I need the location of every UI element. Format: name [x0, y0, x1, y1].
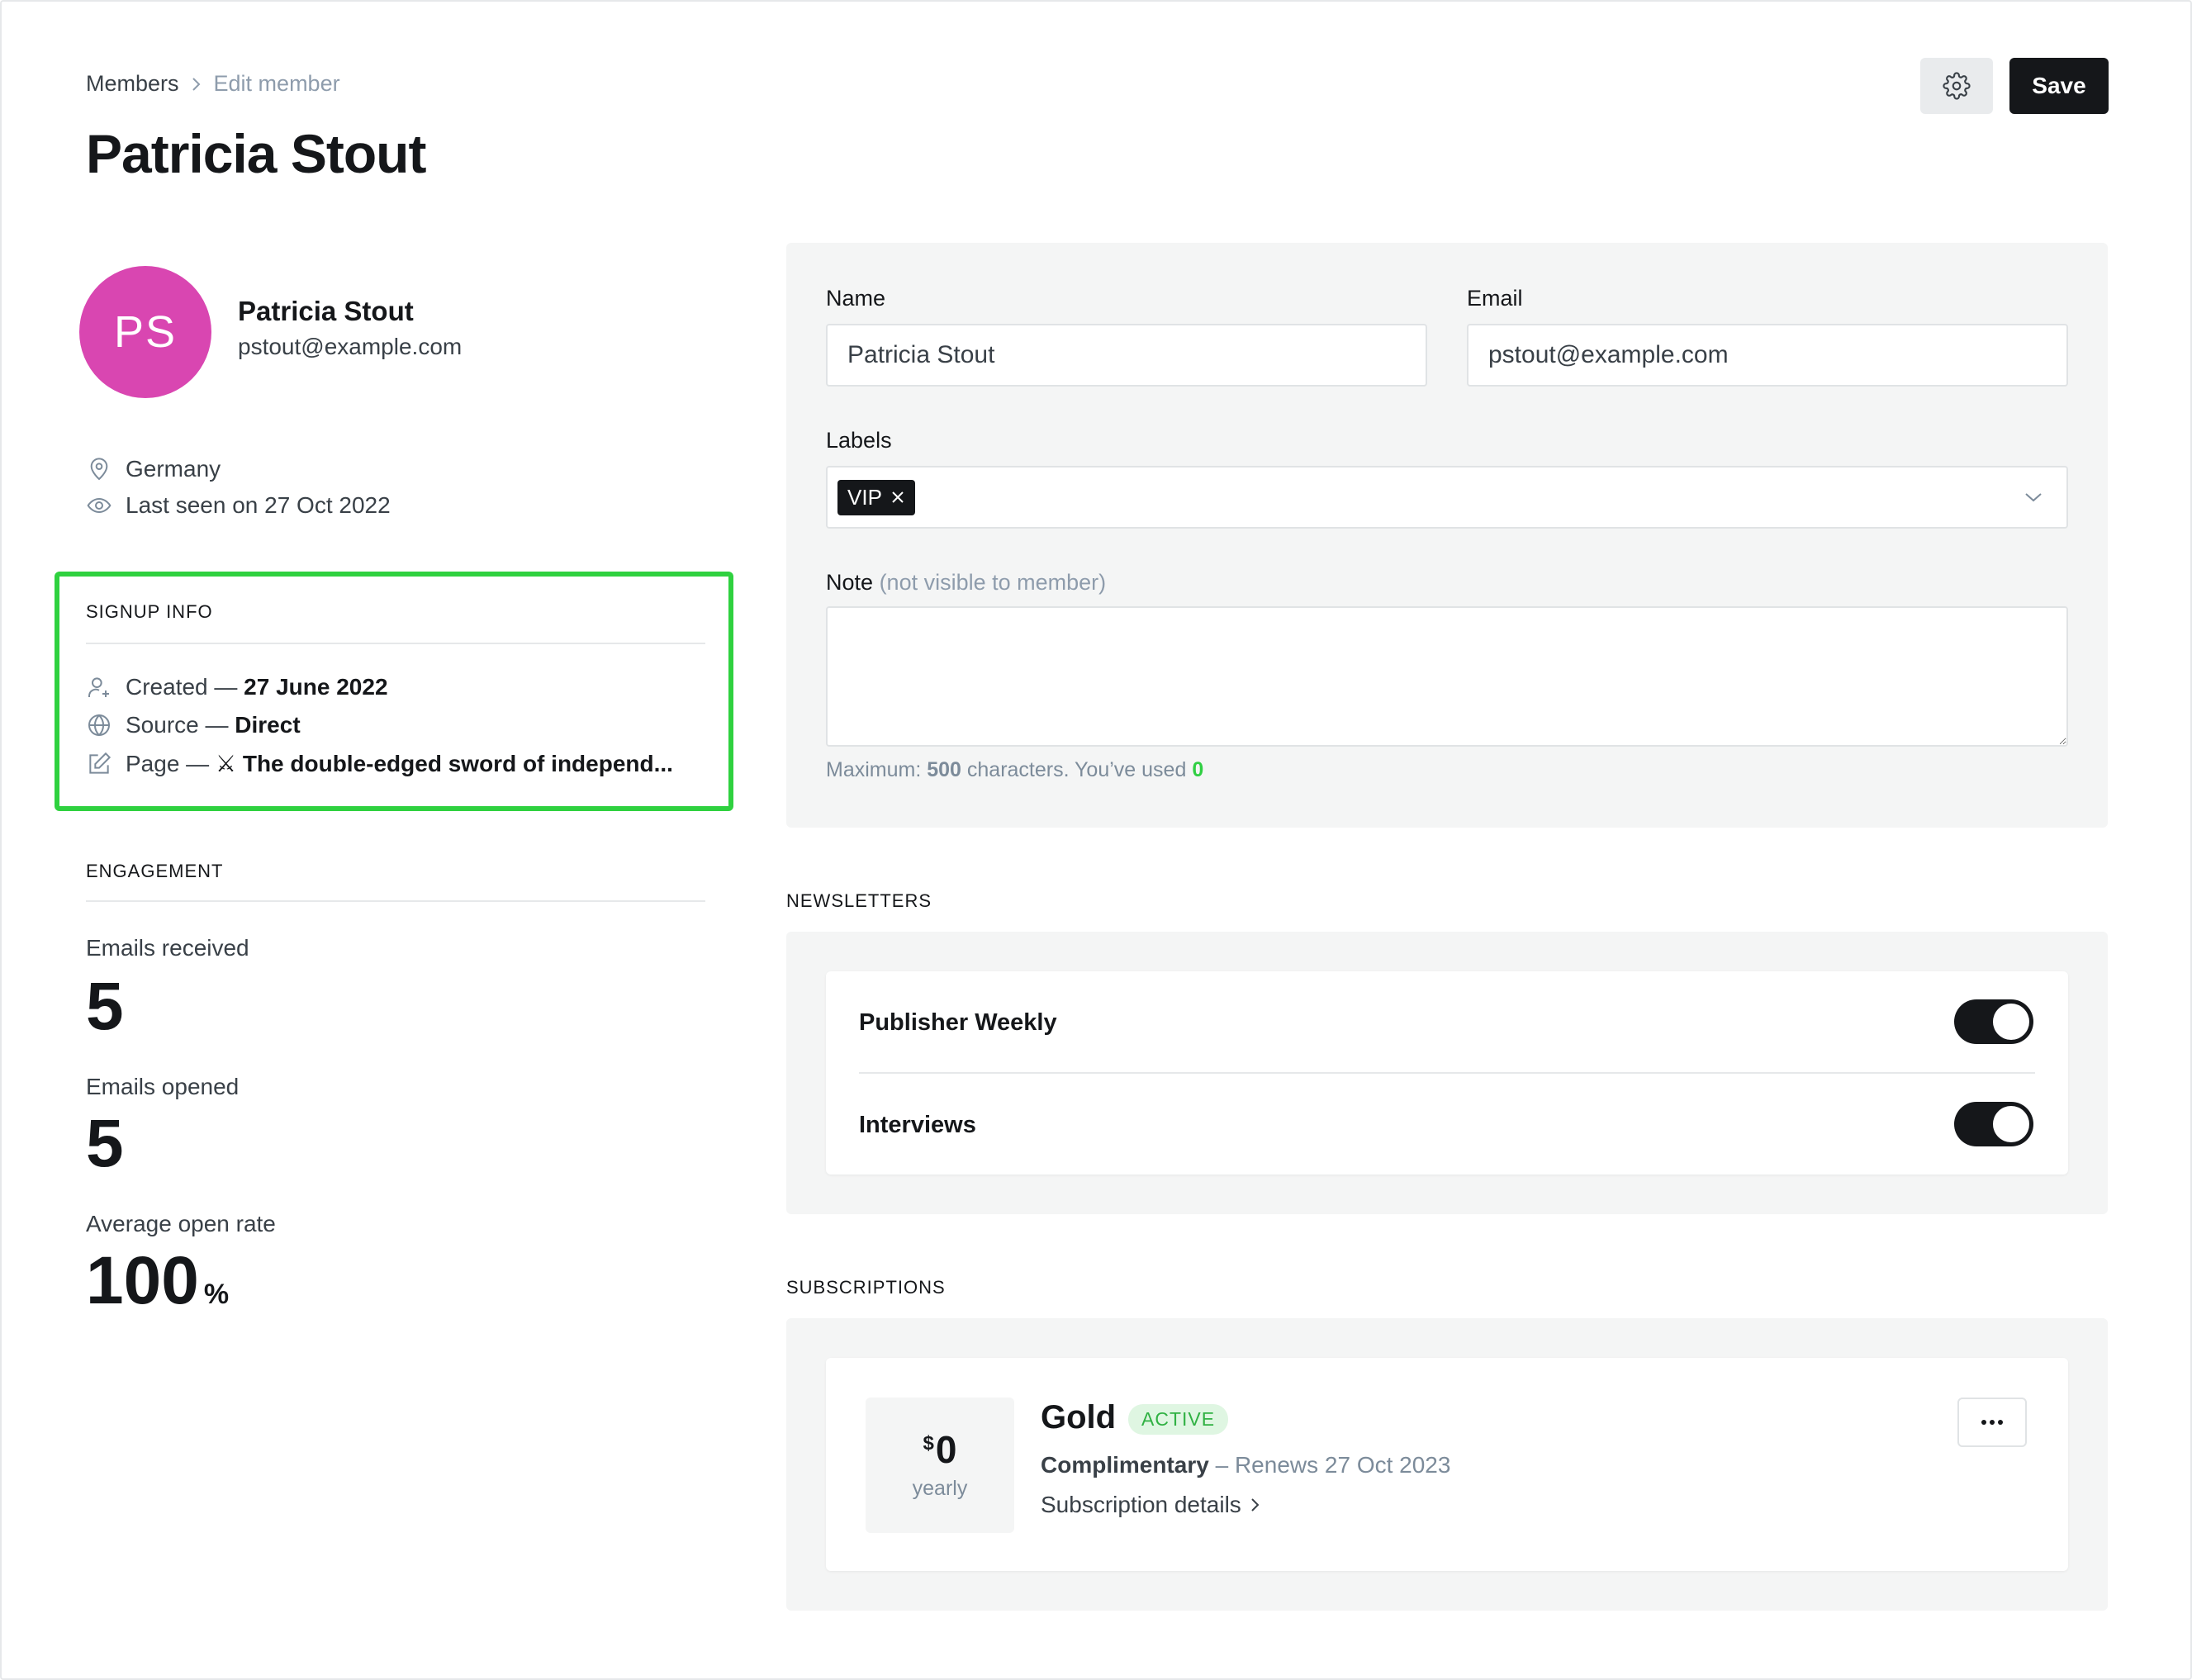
price: $0	[923, 1431, 957, 1469]
subscription-details-label: Subscription details	[1041, 1492, 1241, 1517]
name-input[interactable]	[826, 324, 1427, 387]
email-label: Email	[1467, 286, 1523, 311]
newsletters-title: NEWSLETTERS	[786, 890, 932, 911]
signup-info-title: SIGNUP INFO	[86, 601, 213, 622]
last-seen-text: Last seen on 27 Oct 2022	[126, 492, 391, 518]
subscriptions-title: SUBSCRIPTIONS	[786, 1277, 946, 1298]
created-line: Created — 27 June 2022	[86, 674, 388, 700]
tier-name: Gold	[1041, 1399, 1117, 1436]
label-tag-text: VIP	[847, 484, 882, 510]
engagement-divider	[86, 900, 705, 902]
emails-received-value: 5	[86, 969, 124, 1044]
help-max: 500	[927, 758, 961, 781]
status-badge: ACTIVE	[1128, 1404, 1229, 1435]
newsletter-toggle-publisher-weekly[interactable]	[1954, 999, 2033, 1044]
newsletter-toggle-interviews[interactable]	[1954, 1102, 2033, 1146]
toggle-knob	[1993, 1106, 2029, 1142]
eye-icon	[87, 497, 111, 514]
profile-name: Patricia Stout	[238, 296, 414, 326]
email-input[interactable]	[1467, 324, 2068, 387]
save-button[interactable]: Save	[2009, 58, 2109, 114]
subscription-card: $0 yearly Gold ACTIVE Complimentary – Re…	[826, 1358, 2068, 1571]
page-title: Patricia Stout	[86, 123, 426, 184]
newsletter-name: Interviews	[859, 1112, 976, 1138]
open-rate-block: 100%	[86, 1247, 229, 1315]
page-value[interactable]: ⚔ The double-edged sword of independ...	[216, 751, 673, 776]
breadcrumb: Members Edit member	[86, 71, 340, 97]
avatar: PS	[79, 266, 211, 398]
created-label: Created —	[126, 674, 244, 700]
newsletters-card: Publisher Weekly Interviews	[826, 971, 2068, 1175]
note-label: Note	[826, 570, 874, 595]
subscriptions-panel: $0 yearly Gold ACTIVE Complimentary – Re…	[786, 1318, 2108, 1611]
help-used: 0	[1192, 758, 1204, 781]
close-icon[interactable]	[890, 490, 905, 505]
name-label: Name	[826, 286, 886, 311]
price-box: $0 yearly	[866, 1398, 1014, 1533]
help-middle: characters. You’ve used	[961, 758, 1193, 781]
location-pin-icon	[90, 458, 108, 481]
note-label-row: Note (not visible to member)	[826, 570, 1106, 596]
breadcrumb-current: Edit member	[213, 71, 340, 96]
edit-icon	[89, 752, 111, 774]
newsletter-name: Publisher Weekly	[859, 1009, 1057, 1036]
source-value: Direct	[235, 712, 301, 738]
last-seen-line: Last seen on 27 Oct 2022	[86, 492, 391, 519]
subscription-details-link[interactable]: Subscription details	[1041, 1492, 1261, 1518]
created-value: 27 June 2022	[244, 674, 388, 700]
currency: $	[923, 1431, 934, 1455]
source-line: Source — Direct	[86, 712, 301, 738]
profile-email: pstout@example.com	[238, 334, 463, 359]
page-line: Page — ⚔ The double-edged sword of indep…	[86, 750, 673, 777]
settings-button[interactable]	[1920, 58, 1993, 114]
open-rate-value: 100	[86, 1243, 199, 1318]
labels-select[interactable]: VIP	[826, 466, 2068, 529]
subscription-info: Complimentary – Renews 27 Oct 2023	[1041, 1452, 1450, 1478]
more-horizontal-icon	[1981, 1420, 2003, 1425]
breadcrumb-members-link[interactable]: Members	[86, 71, 179, 97]
user-plus-icon	[88, 677, 109, 697]
note-char-help: Maximum: 500 characters. You’ve used 0	[826, 758, 1203, 782]
member-form-panel: Name Email Labels VIP Note (not visible …	[786, 243, 2108, 828]
source-label: Source —	[126, 712, 235, 738]
emails-opened-label: Emails opened	[86, 1074, 240, 1099]
subscription-renews: – Renews 27 Oct 2023	[1208, 1452, 1451, 1478]
emails-received-label: Emails received	[86, 935, 249, 961]
globe-icon	[88, 714, 110, 737]
page-label: Page —	[126, 751, 216, 776]
labels-label: Labels	[826, 428, 892, 453]
open-rate-unit: %	[203, 1279, 230, 1310]
location-text: Germany	[126, 456, 221, 482]
toggle-knob	[1993, 1004, 2029, 1040]
emails-opened-value: 5	[86, 1106, 124, 1181]
price-period: yearly	[912, 1476, 968, 1500]
note-hint: (not visible to member)	[879, 570, 1107, 595]
help-prefix: Maximum:	[826, 758, 928, 781]
open-rate-label: Average open rate	[86, 1211, 276, 1236]
location-line: Germany	[86, 456, 221, 482]
newsletter-divider	[859, 1072, 2035, 1074]
signup-info-divider	[86, 643, 705, 644]
chevron-right-icon	[192, 77, 200, 91]
price-value: 0	[935, 1427, 957, 1471]
chevron-down-icon	[2025, 493, 2042, 502]
note-textarea[interactable]	[826, 606, 2068, 747]
newsletters-panel: Publisher Weekly Interviews	[786, 932, 2108, 1214]
more-options-button[interactable]	[1957, 1398, 2027, 1447]
chevron-right-icon	[1251, 1498, 1260, 1512]
label-tag-vip: VIP	[837, 479, 915, 515]
subscription-type: Complimentary	[1041, 1452, 1209, 1478]
page-frame: Members Edit member Patricia Stout Save …	[0, 0, 2192, 1680]
engagement-title: ENGAGEMENT	[86, 861, 224, 881]
gear-icon	[1943, 72, 1971, 100]
